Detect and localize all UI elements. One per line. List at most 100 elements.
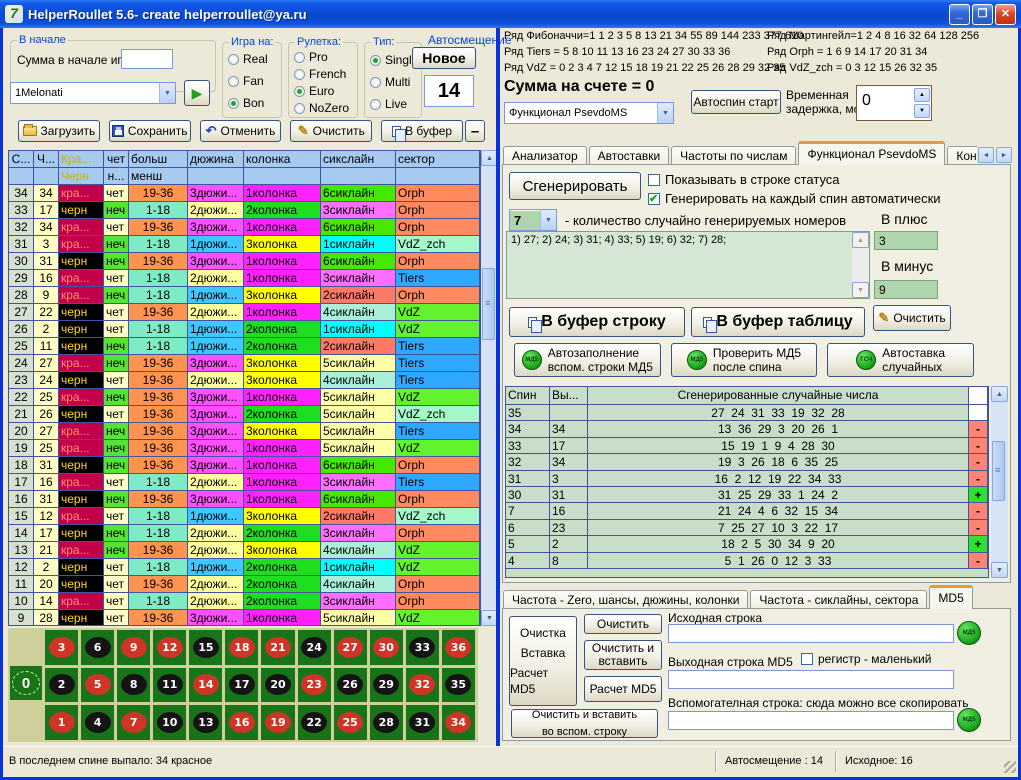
board-cell-26[interactable]: 26 [334, 668, 367, 703]
board-cell-34[interactable]: 34 [442, 705, 475, 740]
mode-select[interactable]: Функционал PsevdoMS ▼ [504, 102, 674, 124]
generator-md5-button[interactable]: МД5Автозаполнениевспом. строки МД5 [514, 343, 661, 377]
tab-анализатор[interactable]: Анализатор [503, 146, 587, 165]
table-row[interactable]: 323419 3 26 18 6 35 25- [506, 454, 988, 470]
status-checkbox[interactable] [648, 174, 660, 186]
spinner-up-icon[interactable]: ▲ [914, 88, 930, 102]
md5-calc-button[interactable]: Расчет MD5 [584, 676, 662, 702]
generated-output-area[interactable]: 1) 27; 2) 24; 3) 31; 4) 33; 5) 19; 6) 32… [506, 231, 870, 299]
board-cell-15[interactable]: 15 [189, 630, 222, 665]
table-row[interactable]: 1716кра...чет1-182дюжи...1колонка3сиклай… [9, 474, 480, 491]
в-буфер-button[interactable]: В буфер [381, 120, 463, 142]
history-scroll-thumb[interactable] [482, 268, 495, 340]
board-cell-12[interactable]: 12 [153, 630, 186, 665]
md5-clear-paste-button[interactable]: Очистить и вставить [584, 640, 662, 670]
radio-icon[interactable] [294, 52, 305, 63]
board-cell-8[interactable]: 8 [117, 668, 150, 703]
radio-option-pro[interactable]: Pro [294, 50, 349, 64]
buffer-table-button[interactable]: В буфер таблицу [691, 307, 865, 337]
case-checkbox-row[interactable]: регистр - маленький [801, 652, 931, 666]
table-row[interactable]: 2225кра...неч19-363дюжи...1колонка5сикла… [9, 389, 480, 406]
table-row[interactable]: 2427кра...неч19-363дюжи...3колонка5сикла… [9, 355, 480, 372]
count-select[interactable]: 7 ▼ [509, 209, 557, 231]
radio-option-multi[interactable]: Multi [370, 75, 412, 89]
new-button[interactable]: Новое [412, 47, 476, 69]
table-row[interactable]: 71621 24 4 6 32 15 34- [506, 503, 988, 519]
generator-autobet-random-button[interactable]: ГСЧАвтоставкаслучайных [827, 343, 974, 377]
board-cell-30[interactable]: 30 [370, 630, 403, 665]
table-row[interactable]: 2722чернчет19-362дюжи...1колонка4сиклайн… [9, 304, 480, 321]
table-row[interactable]: 2511черннеч1-181дюжи...2колонка2сиклайнT… [9, 338, 480, 355]
table-row[interactable]: 331715 19 1 9 4 28 30- [506, 438, 988, 454]
auto-checkbox-row[interactable]: Генерировать на каждый спин автоматическ… [648, 191, 941, 206]
table-row[interactable]: 485 1 26 0 12 3 33- [506, 553, 988, 569]
tab-частота-сиклайны-сектора[interactable]: Частота - сиклайны, сектора [750, 590, 927, 609]
tab-функционал-psevdoms[interactable]: Функционал PsevdoMS [798, 141, 945, 165]
board-cell-5[interactable]: 5 [81, 668, 114, 703]
close-button[interactable]: ✕ [995, 4, 1016, 25]
md5-aux-input[interactable] [668, 711, 954, 730]
delay-spinner[interactable]: 0 ▲ ▼ [856, 85, 932, 121]
table-row[interactable]: 2027кра...неч19-363дюжи...3колонка5сикла… [9, 423, 480, 440]
tab-частота-zero-шансы-дюжины-колонки[interactable]: Частота - Zero, шансы, дюжины, колонки [503, 590, 748, 609]
board-cell-14[interactable]: 14 [189, 668, 222, 703]
maximize-button[interactable]: ❐ [972, 4, 993, 25]
table-row[interactable]: 3317черннеч1-182дюжи...2колонка3сиклайнO… [9, 202, 480, 219]
md5-aux-clear-button[interactable]: Очистить и вставитьво вспом. строку [511, 709, 658, 738]
board-cell-20[interactable]: 20 [261, 668, 294, 703]
table-row[interactable]: 303131 25 29 33 1 24 2+ [506, 487, 988, 503]
table-row[interactable]: 1120чернчет19-362дюжи...2колонка4сиклайн… [9, 576, 480, 593]
board-cell-6[interactable]: 6 [81, 630, 114, 665]
tab-md5[interactable]: MD5 [929, 585, 972, 609]
table-row[interactable]: 1417черннеч1-182дюжи...2колонка3сиклайнO… [9, 525, 480, 542]
board-cell-31[interactable]: 31 [406, 705, 439, 740]
status-checkbox-row[interactable]: Показывать в строке статуса [648, 172, 840, 187]
spins-scrollbar[interactable]: ▲ ▼ [991, 386, 1008, 578]
board-cell-21[interactable]: 21 [261, 630, 294, 665]
table-row[interactable]: 313кра...неч1-181дюжи...3колонка1сиклайн… [9, 236, 480, 253]
radio-icon[interactable] [370, 77, 381, 88]
clear-output-button[interactable]: ✎ Очистить [873, 305, 951, 331]
board-cell-16[interactable]: 16 [225, 705, 258, 740]
table-row[interactable]: 3234кра...чет19-363дюжи...1колонка6сикла… [9, 219, 480, 236]
tab-scroll-left-icon[interactable]: ◄ [978, 147, 994, 163]
board-cell-27[interactable]: 27 [334, 630, 367, 665]
board-cell-25[interactable]: 25 [334, 705, 367, 740]
md5-source-input[interactable] [668, 624, 954, 643]
radio-icon[interactable] [294, 69, 305, 80]
generator-md5-button[interactable]: МД5Проверить МД5после спина [671, 343, 818, 377]
chevron-down-icon[interactable]: ▼ [159, 83, 175, 103]
md5-icon[interactable]: МД5 [957, 621, 981, 645]
md5-output-input[interactable] [668, 670, 954, 689]
board-cell-1[interactable]: 1 [45, 705, 78, 740]
radio-icon[interactable] [228, 98, 239, 109]
table-row[interactable]: 122чернчет1-181дюжи...2колонка1сиклайнVd… [9, 559, 480, 576]
board-cell-2[interactable]: 2 [45, 668, 78, 703]
tab-автоставки[interactable]: Автоставки [589, 146, 670, 165]
table-row[interactable]: 1014кра...чет1-182дюжи...2колонка3сиклай… [9, 593, 480, 610]
table-row[interactable]: 5218 2 5 30 34 9 20+ [506, 536, 988, 552]
tab-scroll-right-icon[interactable]: ► [996, 147, 1012, 163]
board-cell-33[interactable]: 33 [406, 630, 439, 665]
table-row[interactable]: 262чернчет1-181дюжи...2колонка1сиклайнVd… [9, 321, 480, 338]
table-row[interactable]: 3527 24 31 33 19 32 28 [506, 405, 988, 421]
table-row[interactable]: 3434кра...чет19-363дюжи...1колонка6сикла… [9, 185, 480, 202]
radio-icon[interactable] [294, 86, 305, 97]
board-cell-9[interactable]: 9 [117, 630, 150, 665]
radio-option-live[interactable]: Live [370, 97, 412, 111]
tab-контроль-банкро[interactable]: Контроль банкро [947, 146, 977, 165]
board-cell-24[interactable]: 24 [298, 630, 331, 665]
resize-grip[interactable] [1004, 761, 1016, 773]
md5-clear-button[interactable]: Очистить [584, 614, 662, 634]
board-cell-4[interactable]: 4 [81, 705, 114, 740]
scroll-up-icon[interactable]: ▲ [991, 386, 1008, 402]
radio-option-fan[interactable]: Fan [228, 74, 268, 88]
start-sum-input[interactable] [121, 49, 173, 69]
md5-big-button[interactable]: ОчисткаВставкаРасчет MD5 [509, 616, 577, 706]
сохранить-button[interactable]: Сохранить [109, 120, 191, 142]
table-row[interactable]: 289кра...неч1-181дюжи...3колонка2сиклайн… [9, 287, 480, 304]
table-row[interactable]: 1512кра...чет1-181дюжи...3колонка2сиклай… [9, 508, 480, 525]
buffer-row-button[interactable]: В буфер строку [509, 307, 685, 337]
scroll-up-icon[interactable]: ▲ [852, 232, 869, 248]
board-cell-3[interactable]: 3 [45, 630, 78, 665]
